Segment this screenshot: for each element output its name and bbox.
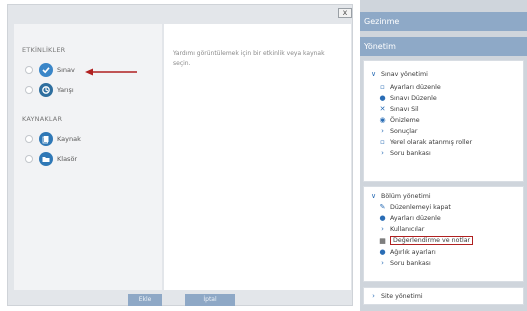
right-sidebar: Gezinme Yönetim ∨ Sınav yönetimi ▫ Ayarl… [360,0,527,311]
nav-item-label: Önizleme [390,116,420,124]
chevron-right-icon: › [381,127,384,135]
chevron-right-icon: › [372,292,375,300]
chevron-down-icon: ∨ [370,192,377,200]
add-activity-dialog: x ETKİNLİKLER Sınav Yarışı KAYNAKLAR Kay… [7,4,353,306]
nav-item-label: Ağırlık ayarları [390,248,436,256]
chevron-right-icon: › [381,259,384,267]
nav-item-delete-quiz[interactable]: ✕ Sınavı Sil [378,105,419,113]
nav-item-label: Sınavı Sil [390,105,419,113]
activities-heading: ETKİNLİKLER [22,46,66,54]
radio-button[interactable] [25,155,33,163]
activity-list-pane: ETKİNLİKLER Sınav Yarışı KAYNAKLAR Kayna… [14,24,162,290]
resources-heading: KAYNAKLAR [22,115,63,123]
gezinme-block-header[interactable]: Gezinme [360,12,527,31]
nav-item-label: Yerel olarak atanmış roller [390,138,473,146]
add-button[interactable]: Ekle [128,294,162,306]
site-admin-box: › Site yönetimi [363,287,524,305]
nav-item-label: Düzenlemeyi kapat [390,203,451,211]
quiz-icon [39,63,53,77]
cancel-button[interactable]: İptal [185,294,235,306]
nav-item-users[interactable]: › Kullanıcılar [378,225,424,233]
nav-item-grades[interactable]: ▦ Değerlendirme ve notlar [378,236,474,245]
radio-button[interactable] [25,86,33,94]
nav-item-label: Ayarları düzenle [390,83,441,91]
site-admin-title: Site yönetimi [381,292,423,300]
quiz-admin-toggle[interactable]: ∨ Sınav yönetimi [369,70,428,78]
gear-icon: ● [379,248,386,256]
resource-label: Kaynak [57,135,81,143]
site-admin-toggle[interactable]: › Site yönetimi [369,292,423,300]
nav-item-edit-settings[interactable]: ▫ Ayarları düzenle [378,83,441,91]
nav-item-label-highlighted: Değerlendirme ve notlar [390,236,474,245]
chevron-right-icon: › [381,225,384,233]
help-hint-text: Yardımı görüntülemek için bir etkinlik v… [173,50,325,67]
nav-item-label: Sonuçlar [390,127,418,135]
nav-item-label: Ayarları düzenle [390,214,441,222]
section-admin-box: ∨ Bölüm yönetimi ✎ Düzenlemeyi kapat ● A… [363,186,524,282]
chevron-down-icon: ∨ [370,70,377,78]
radio-button[interactable] [25,135,33,143]
nav-item-turn-editing-off[interactable]: ✎ Düzenlemeyi kapat [378,203,451,211]
gear-icon: ● [379,94,386,102]
quiz-admin-title: Sınav yönetimi [381,70,428,78]
chevron-right-icon: › [381,149,384,157]
resource-option-folder[interactable]: Klasör [25,151,77,167]
resource-option-resource[interactable]: Kaynak [25,131,81,147]
nav-item-label: Soru bankası [390,149,431,157]
activity-option-contest[interactable]: Yarışı [25,82,74,98]
nav-item-local-roles[interactable]: ▫ Yerel olarak atanmış roller [378,138,472,146]
delete-x-icon: ✕ [379,105,386,113]
nav-item-section-settings[interactable]: ● Ayarları düzenle [378,214,441,222]
nav-item-label: Sınavı Düzenle [390,94,437,102]
help-pane: Yardımı görüntülemek için bir etkinlik v… [164,24,351,290]
resource-label: Klasör [57,155,78,163]
close-button[interactable]: x [338,8,352,18]
roles-doc-icon: ▫ [380,138,385,146]
yonetim-block-header[interactable]: Yönetim [360,37,527,56]
annotation-arrow [85,68,137,76]
nav-item-edit-quiz[interactable]: ● Sınavı Düzenle [378,94,437,102]
section-admin-toggle[interactable]: ∨ Bölüm yönetimi [369,192,431,200]
pencil-icon: ✎ [379,203,386,211]
activity-label: Sınav [57,66,75,74]
folder-icon [39,152,53,166]
nav-item-weight-settings[interactable]: ● Ağırlık ayarları [378,248,436,256]
nav-item-label: Soru bankası [390,259,431,267]
activity-label: Yarışı [57,86,74,94]
resource-icon [39,132,53,146]
contest-icon [39,83,53,97]
gear-icon: ● [379,214,386,222]
nav-item-preview[interactable]: ◉ Önizleme [378,116,420,124]
gradebook-icon: ▦ [379,236,386,245]
quiz-admin-box: ∨ Sınav yönetimi ▫ Ayarları düzenle ● Sı… [363,60,524,182]
settings-doc-icon: ▫ [380,83,385,91]
radio-button[interactable] [25,66,33,74]
nav-item-section-question-bank[interactable]: › Soru bankası [378,259,431,267]
nav-item-results[interactable]: › Sonuçlar [378,127,418,135]
eye-icon: ◉ [379,116,386,124]
nav-item-question-bank[interactable]: › Soru bankası [378,149,431,157]
nav-item-label: Kullanıcılar [390,225,425,233]
section-admin-title: Bölüm yönetimi [381,192,431,200]
activity-option-quiz[interactable]: Sınav [25,62,75,78]
